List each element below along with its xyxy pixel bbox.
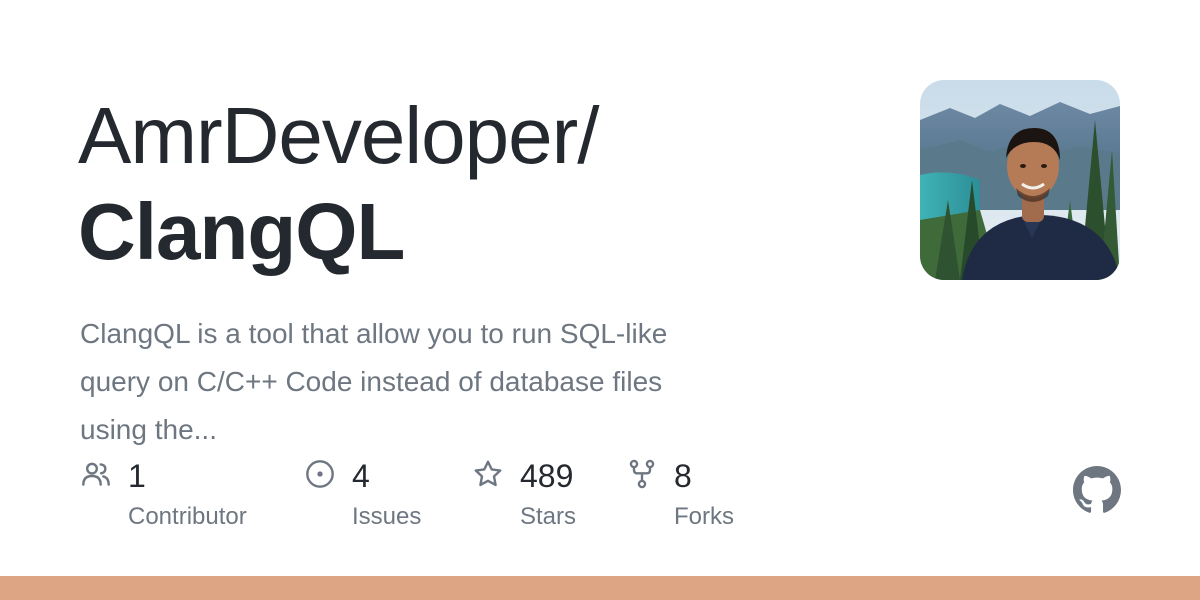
- forks-count: 8: [674, 458, 692, 494]
- stars-count: 489: [520, 458, 574, 494]
- issue-opened-icon: [306, 460, 334, 488]
- star-icon: [474, 460, 502, 487]
- contributors-count: 1: [128, 458, 146, 494]
- people-icon: [82, 462, 110, 486]
- language-bar: [0, 576, 1200, 600]
- stat-issues[interactable]: 4 Issues: [304, 452, 454, 542]
- description-line: using the...: [80, 414, 217, 445]
- description-line: ClangQL is a tool that allow you to run …: [80, 318, 668, 349]
- stars-label: Stars: [520, 503, 577, 530]
- issues-label: Issues: [352, 503, 422, 530]
- repo-name: ClangQL: [78, 187, 405, 276]
- github-mark-icon[interactable]: [1073, 466, 1121, 514]
- issues-count: 4: [352, 458, 370, 494]
- stat-forks[interactable]: 8 Forks: [626, 452, 766, 542]
- description-line: query on C/C++ Code instead of database …: [80, 366, 663, 397]
- contributors-label: Contributor: [128, 503, 247, 530]
- owner-avatar: [920, 80, 1120, 280]
- avatar-photo: [920, 80, 1120, 280]
- stat-stars[interactable]: 489 Stars: [472, 452, 612, 542]
- repo-owner: AmrDeveloper/: [78, 91, 600, 180]
- repo-forked-icon: [629, 459, 655, 489]
- repo-description: ClangQL is a tool that allow you to run …: [80, 310, 800, 454]
- stat-contributors[interactable]: 1 Contributor: [80, 452, 280, 542]
- forks-label: Forks: [674, 503, 734, 530]
